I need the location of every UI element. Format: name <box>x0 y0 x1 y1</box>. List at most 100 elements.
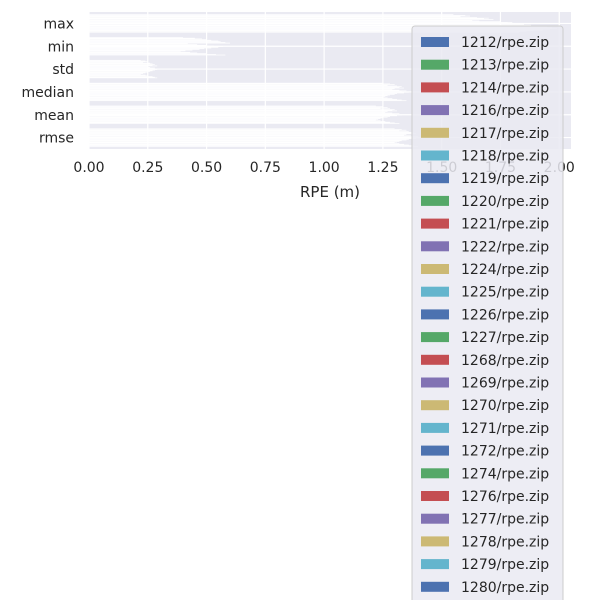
legend-label-24: 1280/rpe.zip <box>461 580 549 596</box>
bar-median-5 <box>89 86 402 87</box>
bar-max-8 <box>89 19 473 21</box>
bar-mean-2 <box>89 107 388 108</box>
x-tick-1: 0.25 <box>132 160 163 176</box>
legend-label-18: 1272/rpe.zip <box>461 444 549 460</box>
bar-rmse-17 <box>89 140 402 142</box>
bar-std-8 <box>89 65 158 67</box>
bar-max-3 <box>89 16 461 18</box>
bar-median-1 <box>89 83 390 85</box>
bar-median-23 <box>89 98 398 100</box>
bar-mean-11 <box>89 113 400 115</box>
bar-rmse-6 <box>89 132 412 134</box>
bar-rmse-14 <box>89 138 416 139</box>
y-tick-rmse: rmse <box>39 131 74 147</box>
bar-min-15 <box>89 47 212 49</box>
bar-std-10 <box>89 66 151 68</box>
y-tick-labels: max min std median mean rmse <box>22 16 74 146</box>
bar-rmse-23 <box>89 144 409 146</box>
legend-label-9: 1222/rpe.zip <box>461 239 549 255</box>
bar-rmse-24 <box>89 145 414 147</box>
legend-label-2: 1214/rpe.zip <box>461 80 549 96</box>
legend-swatch-19 <box>421 468 449 479</box>
bar-std-7 <box>89 64 153 66</box>
bar-median-24 <box>89 99 402 101</box>
bar-std-4 <box>89 62 151 64</box>
bar-rmse-9 <box>89 134 405 136</box>
bar-mean-8 <box>89 111 388 112</box>
x-axis-label: RPE (m) <box>300 183 360 201</box>
bar-median-14 <box>89 92 405 94</box>
bar-mean-15 <box>89 116 390 117</box>
bar-max-6 <box>89 18 485 20</box>
bar-min-25 <box>89 54 226 56</box>
bar-mean-3 <box>89 107 381 109</box>
bar-mean-14 <box>89 115 398 117</box>
legend-label-6: 1219/rpe.zip <box>461 171 549 187</box>
bar-min-4 <box>89 39 212 41</box>
bar-min-3 <box>89 39 207 40</box>
bar-std-24 <box>89 76 155 78</box>
bar-min-9 <box>89 43 188 45</box>
bar-std-6 <box>89 64 155 65</box>
bar-rmse-13 <box>89 137 421 139</box>
legend-swatch-5 <box>421 150 449 161</box>
bar-min-20 <box>89 51 181 52</box>
bar-std-20 <box>89 74 141 75</box>
bar-median-18 <box>89 95 388 97</box>
bar-mean-22 <box>89 121 386 122</box>
x-tick-5: 1.25 <box>367 160 398 176</box>
bar-min-16 <box>89 48 205 50</box>
legend-swatch-22 <box>421 536 449 547</box>
bar-mean-16 <box>89 116 388 118</box>
y-tick-median: median <box>22 85 74 101</box>
bar-std-11 <box>89 67 155 69</box>
legend-label-16: 1270/rpe.zip <box>461 398 549 414</box>
bar-min-18 <box>89 49 193 51</box>
bar-median-13 <box>89 91 409 93</box>
legend-swatch-8 <box>421 218 449 229</box>
bar-rmse-21 <box>89 143 400 144</box>
bar-mean-21 <box>89 120 381 122</box>
bar-max-10 <box>89 21 501 23</box>
y-tick-max: max <box>43 16 74 32</box>
bar-std-13 <box>89 69 158 70</box>
bar-median-16 <box>89 94 395 95</box>
bar-std-9 <box>89 66 148 67</box>
y-tick-mean: mean <box>34 108 74 124</box>
legend-label-21: 1277/rpe.zip <box>461 512 549 528</box>
bar-min-14 <box>89 46 219 48</box>
bar-min-13 <box>89 46 224 47</box>
legend-swatch-17 <box>421 422 449 433</box>
y-tick-min: min <box>48 39 74 55</box>
bar-min-10 <box>89 44 198 45</box>
bar-median-11 <box>89 90 407 92</box>
legend-swatch-12 <box>421 309 449 320</box>
bar-median-21 <box>89 97 388 99</box>
legend-swatch-9 <box>421 241 449 252</box>
bar-mean-17 <box>89 117 383 119</box>
bar-rmse-5 <box>89 131 414 133</box>
bar-mean-6 <box>89 109 393 111</box>
bar-min-24 <box>89 53 216 55</box>
bar-min-7 <box>89 42 226 43</box>
bar-median-25 <box>89 100 407 102</box>
bar-mean-5 <box>89 109 395 110</box>
bar-rmse-1 <box>89 129 402 130</box>
bar-std-0 <box>89 59 141 61</box>
legend-label-5: 1218/rpe.zip <box>461 149 549 165</box>
bar-mean-12 <box>89 114 395 115</box>
legend-label-1: 1213/rpe.zip <box>461 58 549 74</box>
bar-min-5 <box>89 40 219 42</box>
x-tick-2: 0.50 <box>191 160 222 176</box>
x-tick-0: 0.00 <box>73 160 104 176</box>
bar-rmse-2 <box>89 129 407 131</box>
legend-swatch-23 <box>421 559 449 570</box>
bar-mean-19 <box>89 118 379 120</box>
legend: 1212/rpe.zip 1213/rpe.zip 1214/rpe.zip 1216… <box>411 25 564 600</box>
bar-rmse-25 <box>89 146 419 147</box>
bar-mean-9 <box>89 111 386 113</box>
bar-min-6 <box>89 41 221 43</box>
bar-max-12 <box>89 22 508 24</box>
bar-std-25 <box>89 77 158 79</box>
bar-max-1 <box>89 14 466 16</box>
